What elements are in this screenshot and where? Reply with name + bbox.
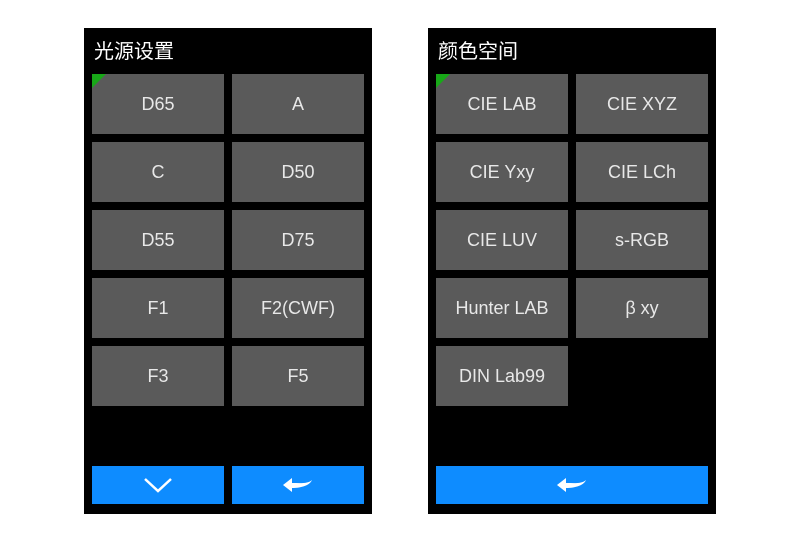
back-arrow-icon (554, 474, 590, 496)
option-grid-wrap: D65 A C D50 D55 D75 F1 F2(CWF) F3 F5 (84, 70, 372, 466)
option-f1[interactable]: F1 (92, 278, 224, 338)
selected-corner-mark (436, 74, 450, 88)
option-f2cwf[interactable]: F2(CWF) (232, 278, 364, 338)
light-source-panel: 光源设置 D65 A C D50 D55 D75 F1 F2(CWF) F3 F… (84, 28, 372, 514)
panel-title: 光源设置 (84, 28, 372, 70)
color-space-panel: 颜色空间 CIE LAB CIE XYZ CIE Yxy CIE LCh CIE… (428, 28, 716, 514)
chevron-down-icon (141, 475, 175, 495)
option-grid: D65 A C D50 D55 D75 F1 F2(CWF) F3 F5 (92, 74, 364, 406)
option-cie-luv[interactable]: CIE LUV (436, 210, 568, 270)
back-arrow-icon (280, 474, 316, 496)
back-button[interactable] (232, 466, 364, 504)
back-button[interactable] (436, 466, 708, 504)
page-down-button[interactable] (92, 466, 224, 504)
option-d75[interactable]: D75 (232, 210, 364, 270)
option-s-rgb[interactable]: s-RGB (576, 210, 708, 270)
option-f3[interactable]: F3 (92, 346, 224, 406)
option-cie-lch[interactable]: CIE LCh (576, 142, 708, 202)
footer-bar (428, 466, 716, 514)
option-cie-xyz[interactable]: CIE XYZ (576, 74, 708, 134)
option-d55[interactable]: D55 (92, 210, 224, 270)
option-grid: CIE LAB CIE XYZ CIE Yxy CIE LCh CIE LUV … (436, 74, 708, 406)
option-grid-wrap: CIE LAB CIE XYZ CIE Yxy CIE LCh CIE LUV … (428, 70, 716, 466)
option-c[interactable]: C (92, 142, 224, 202)
footer-bar (84, 466, 372, 514)
option-beta-xy[interactable]: β xy (576, 278, 708, 338)
panel-title: 颜色空间 (428, 28, 716, 70)
option-din-lab99[interactable]: DIN Lab99 (436, 346, 568, 406)
option-a[interactable]: A (232, 74, 364, 134)
option-hunter-lab[interactable]: Hunter LAB (436, 278, 568, 338)
option-d50[interactable]: D50 (232, 142, 364, 202)
option-d65[interactable]: D65 (92, 74, 224, 134)
option-cie-yxy[interactable]: CIE Yxy (436, 142, 568, 202)
option-cie-lab[interactable]: CIE LAB (436, 74, 568, 134)
selected-corner-mark (92, 74, 106, 88)
option-f5[interactable]: F5 (232, 346, 364, 406)
